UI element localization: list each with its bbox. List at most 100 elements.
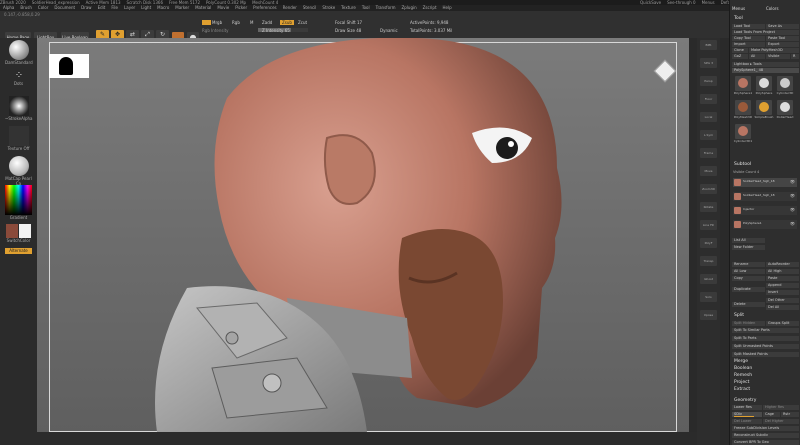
zadd-button[interactable]: Zadd [262, 20, 272, 25]
reconstruct-subdiv-button[interactable]: Reconstruct Subdiv [732, 433, 799, 438]
extract-header[interactable]: Extract [731, 387, 800, 393]
r-button[interactable]: R [791, 54, 799, 59]
lightbox-tools-button[interactable]: Lightbox ▸ Tools [732, 62, 799, 67]
subtool-row[interactable]: SoldierHead_high_18 👁 [733, 192, 797, 201]
append-button[interactable]: Append [766, 283, 799, 288]
groups-split-button[interactable]: Groups Split [766, 321, 799, 326]
stroke-selector[interactable]: ⁘ Dots [5, 70, 32, 86]
new-folder-button[interactable]: New Folder [732, 245, 765, 250]
m-button[interactable]: M [250, 20, 253, 25]
tool-thumbnail[interactable]: SimpleBrush [755, 100, 773, 119]
shelf-button-floor[interactable]: Floor [700, 94, 717, 104]
split-header[interactable]: Split [731, 313, 800, 319]
rgb-button[interactable]: Rgb [232, 20, 240, 25]
document-thumbnail[interactable] [49, 54, 89, 78]
all-high-button[interactable]: All High [766, 269, 799, 274]
shelf-button-move[interactable]: Move [700, 166, 717, 176]
all-button[interactable]: All [749, 54, 765, 59]
split-parts-button[interactable]: Split To Parts [732, 336, 799, 341]
split-hidden-button[interactable]: Split Hidden [732, 321, 765, 326]
shelf-button-zoom3d[interactable]: Zoom3D [700, 184, 717, 194]
list-all-button[interactable]: List All [732, 238, 765, 243]
shelf-button-spix-3[interactable]: SPix 3 [700, 58, 717, 68]
delete-button[interactable]: Delete [732, 302, 765, 307]
tool-thumbnail[interactable]: DollarHead [777, 100, 793, 119]
higher-res-button[interactable]: Higher Res [763, 405, 799, 410]
shelf-button-line-fill[interactable]: Line Fill [700, 220, 717, 230]
tool-header[interactable]: Tool [731, 16, 800, 22]
duplicate-button[interactable]: Duplicate [732, 287, 765, 292]
remesh-header[interactable]: Remesh [731, 373, 800, 379]
auto-reorder-button[interactable]: AutoReorder [766, 262, 799, 267]
color-picker[interactable]: Gradient [5, 185, 32, 220]
geometry-header[interactable]: Geometry [731, 398, 800, 404]
shelf-button-ghost[interactable]: Ghost [700, 274, 717, 284]
freeze-subdiv-button[interactable]: Freeze SubDivision Levels [732, 426, 799, 431]
rename-button[interactable]: Rename [732, 262, 765, 267]
subtool-row[interactable]: PolySphere1 👁 [733, 220, 797, 229]
split-masked-button[interactable]: Split Masked Points [732, 352, 799, 357]
copy-button[interactable]: Copy [732, 276, 765, 281]
shelf-button-polyf[interactable]: PolyF [700, 238, 717, 248]
shelf-button-bpr[interactable]: BPR [700, 40, 717, 50]
menus-button[interactable]: Menus [732, 6, 745, 11]
paste-button[interactable]: Paste [766, 276, 799, 281]
tool-thumbnail[interactable]: PolyMesh3D [734, 100, 752, 119]
del-all-button[interactable]: Del All [766, 305, 799, 310]
lower-res-button[interactable]: Lower Res [732, 405, 762, 410]
del-lower-button[interactable]: Del Lower [732, 419, 762, 424]
alpha-selector[interactable]: ~StrokeAlpha [5, 96, 32, 121]
rgb-intensity-slider[interactable]: Rgb Intensity [202, 28, 229, 33]
shelf-button-local[interactable]: Local [700, 112, 717, 122]
copy-tool-button[interactable]: Copy Tool [732, 36, 765, 41]
focal-shift-label[interactable]: Focal Shift 17 [335, 20, 362, 25]
colors-button[interactable]: Colors [766, 6, 779, 11]
cage-button[interactable]: Cage [763, 412, 780, 417]
dynamic-button[interactable]: Dynamic [380, 28, 398, 33]
shelf-button-persp[interactable]: Persp [700, 76, 717, 86]
shelf-button-frame[interactable]: Frame [700, 148, 717, 158]
project-header[interactable]: Project [731, 380, 800, 386]
load-tool-button[interactable]: Load Tool [732, 24, 765, 29]
current-tool-slider[interactable]: PolySphere1_ 48 [732, 68, 799, 73]
make-polymesh-button[interactable]: Make PolyMesh3D [749, 48, 799, 53]
zsub-button[interactable]: Zsub [280, 20, 294, 25]
shelf-button-xpose[interactable]: Xpose [700, 310, 717, 320]
visibility-eye-icon[interactable]: 👁 [790, 179, 795, 184]
split-unmasked-button[interactable]: Split Unmasked Points [732, 344, 799, 349]
tool-thumbnail[interactable]: PolySphere [756, 76, 772, 95]
visibility-eye-icon[interactable]: 👁 [790, 221, 795, 226]
mrgb-toggle[interactable] [202, 20, 211, 25]
visibility-eye-icon[interactable]: 👁 [790, 193, 795, 198]
all-low-button[interactable]: All Low [732, 269, 765, 274]
paste-tool-button[interactable]: Paste Tool [766, 36, 799, 41]
visible-count-slider[interactable]: Visible Count 4 [733, 170, 759, 174]
alternate-button[interactable]: Alternate [5, 248, 32, 254]
shelf-button-solo[interactable]: Solo [700, 292, 717, 302]
load-from-project-button[interactable]: Load Tools From Project [732, 30, 799, 35]
shelf-button-l-sym[interactable]: L.Sym [700, 130, 717, 140]
visibility-eye-icon[interactable]: 👁 [790, 207, 795, 212]
subtool-row[interactable]: Injector 👁 [733, 206, 797, 215]
draw-size-label[interactable]: Draw Size 48 [335, 28, 361, 33]
subtool-row[interactable]: SoldierHead_high_18 👁 [733, 178, 797, 187]
goz-button[interactable]: GoZ [732, 54, 748, 59]
clone-button[interactable]: Clone [732, 48, 748, 53]
subtool-header[interactable]: Subtool [731, 162, 800, 168]
save-as-button[interactable]: Save As [766, 24, 799, 29]
insert-button[interactable]: Insert [766, 290, 799, 295]
material-selector[interactable]: MatCap Pearl Ca [5, 156, 32, 186]
boolean-header[interactable]: Boolean [731, 366, 800, 372]
export-button[interactable]: Export [766, 42, 799, 47]
shelf-button-transp[interactable]: Transp [700, 256, 717, 266]
sdiv-slider[interactable]: SDiv [732, 412, 762, 417]
del-higher-button[interactable]: Del Higher [763, 419, 799, 424]
visible-button[interactable]: Visible [766, 54, 790, 59]
tool-thumbnail[interactable]: Cylinder3D [777, 76, 793, 95]
split-similar-button[interactable]: Split To Similar Parts [732, 328, 799, 333]
tool-thumbnail[interactable]: Cylinder3D1 [734, 124, 752, 143]
import-button[interactable]: Import [732, 42, 765, 47]
brush-selector[interactable]: DamStandard [5, 40, 33, 65]
shelf-button-rotate[interactable]: Rotate [700, 202, 717, 212]
color-swatches[interactable]: SwitchColor [5, 224, 32, 243]
